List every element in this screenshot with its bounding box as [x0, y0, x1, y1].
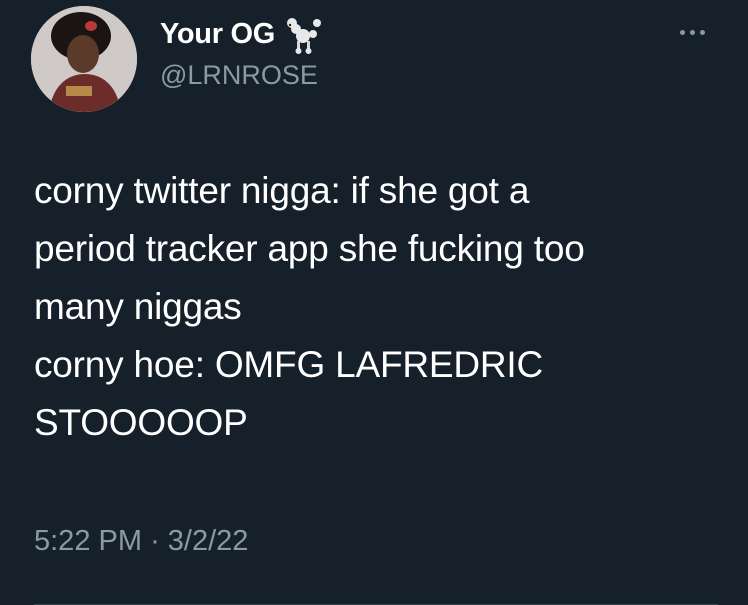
- more-dot: [690, 30, 695, 35]
- tweet: Your OG @LRNROSE corny twitter nigga: if…: [0, 0, 748, 605]
- user-handle[interactable]: @LRNROSE: [160, 60, 318, 91]
- avatar[interactable]: [31, 6, 137, 112]
- more-dot: [680, 30, 685, 35]
- poodle-icon: [286, 18, 321, 54]
- tweet-text: corny twitter nigga: if she got a period…: [34, 170, 585, 443]
- tweet-date: 3/2/22: [167, 525, 249, 557]
- display-name[interactable]: Your OG: [160, 18, 275, 51]
- author-name-row: Your OG: [160, 14, 323, 54]
- timestamp-separator: ·: [150, 525, 160, 557]
- more-options-icon[interactable]: [680, 30, 705, 35]
- avatar-image: [31, 6, 137, 112]
- more-dot: [700, 30, 705, 35]
- tweet-time: 5:22 PM: [34, 525, 142, 557]
- tweet-timestamp[interactable]: 5:22 PM · 3/2/22: [34, 525, 248, 558]
